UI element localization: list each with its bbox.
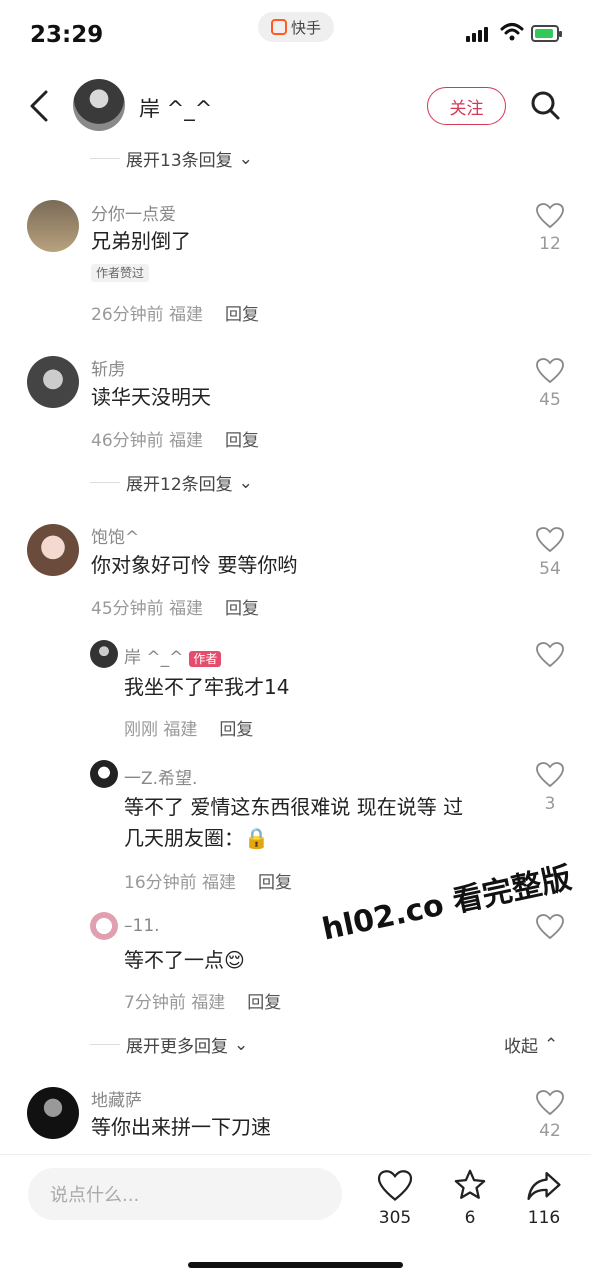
- wifi-icon: [500, 23, 524, 41]
- collapse-button[interactable]: 收起 ⌃: [504, 1032, 559, 1058]
- heart-icon[interactable]: [377, 1170, 413, 1202]
- signal-icon: [466, 27, 488, 42]
- avatar[interactable]: [27, 1087, 79, 1139]
- heart-icon[interactable]: [536, 642, 564, 668]
- comment-meta: 45分钟前 福建 回复: [91, 599, 260, 619]
- like-count: 45: [539, 390, 561, 410]
- battery-icon: [531, 25, 562, 42]
- comment-text: 读华天没明天: [91, 385, 211, 409]
- reply-button[interactable]: 回复: [258, 873, 292, 893]
- reply-username[interactable]: 岸 ^_^ 作者: [124, 643, 222, 668]
- avatar[interactable]: [27, 200, 79, 252]
- home-indicator: [188, 1262, 403, 1268]
- avatar[interactable]: [27, 524, 79, 576]
- search-icon[interactable]: [528, 88, 562, 122]
- comment-username[interactable]: 饱饱^: [91, 523, 139, 548]
- heart-icon[interactable]: [536, 914, 564, 940]
- heart-icon[interactable]: [536, 527, 564, 553]
- share-icon[interactable]: [526, 1170, 562, 1202]
- comment-meta: 46分钟前 福建 回复: [91, 431, 260, 451]
- reply-button[interactable]: 回复: [247, 993, 281, 1013]
- chevron-down-icon: ⌄: [238, 148, 253, 169]
- app-badge-label: 快手: [290, 18, 321, 37]
- share-total: 116: [527, 1208, 561, 1228]
- comment-username[interactable]: 地藏萨: [91, 1086, 142, 1111]
- heart-icon[interactable]: [536, 358, 564, 384]
- comment-username[interactable]: 斩虏: [91, 355, 125, 380]
- comment-text: 兄弟别倒了: [91, 229, 191, 253]
- author-name[interactable]: 岸 ^_^: [139, 93, 212, 123]
- collapse-label: 收起: [504, 1037, 538, 1057]
- kuaishou-logo-icon: [270, 19, 287, 35]
- reply-meta: 刚刚 福建 回复: [124, 720, 254, 740]
- author-liked-badge: 作者赞过: [91, 264, 150, 282]
- chevron-up-icon: ⌃: [544, 1034, 559, 1055]
- reply-meta: 16分钟前 福建 回复: [124, 873, 293, 893]
- comment-text: 等你出来拼一下刀速: [91, 1115, 271, 1139]
- like-total: 305: [378, 1208, 412, 1228]
- follow-button[interactable]: 关注: [427, 87, 506, 125]
- expand-replies-button[interactable]: 展开12条回复 ⌄: [90, 470, 253, 495]
- reply-text-line2: 几天朋友圈：🔒: [124, 826, 269, 850]
- expand-more-button[interactable]: 展开更多回复 ⌄: [90, 1032, 248, 1057]
- comment-input[interactable]: 说点什么...: [28, 1168, 342, 1220]
- like-count: 12: [539, 234, 561, 254]
- reply-text-line1: 等不了 爱情这东西很难说 现在说等 过: [124, 795, 464, 819]
- avatar[interactable]: [27, 356, 79, 408]
- avatar[interactable]: [90, 760, 118, 788]
- reply-text: 等不了一点😌: [124, 948, 245, 972]
- chevron-down-icon: ⌄: [234, 1034, 249, 1055]
- expand-label: 展开13条回复: [126, 151, 233, 171]
- reply-text: 我坐不了牢我才14: [124, 675, 290, 699]
- comment-meta: 26分钟前 福建 回复: [91, 305, 260, 325]
- avatar[interactable]: [90, 640, 118, 668]
- star-total: 6: [464, 1208, 476, 1228]
- reply-username[interactable]: –11.: [124, 916, 160, 936]
- heart-icon[interactable]: [536, 203, 564, 229]
- bottom-divider: [0, 1154, 591, 1155]
- avatar[interactable]: [90, 912, 118, 940]
- expand-replies-button[interactable]: 展开13条回复 ⌄: [90, 146, 253, 171]
- app-badge[interactable]: 快手: [258, 12, 334, 42]
- reply-button[interactable]: 回复: [225, 431, 259, 451]
- author-avatar[interactable]: [73, 79, 125, 131]
- reply-meta: 7分钟前 福建 回复: [124, 993, 282, 1013]
- like-count: 3: [544, 794, 556, 814]
- reply-button[interactable]: 回复: [225, 599, 259, 619]
- reply-username[interactable]: 一Z.希望.: [124, 764, 197, 789]
- reply-button[interactable]: 回复: [219, 720, 253, 740]
- comment-username[interactable]: 分你一点爱: [91, 200, 176, 225]
- like-count: 42: [539, 1121, 561, 1141]
- expand-label: 展开更多回复: [126, 1037, 228, 1057]
- reply-button[interactable]: 回复: [225, 305, 259, 325]
- author-tag: 作者: [189, 651, 222, 667]
- chevron-down-icon: ⌄: [238, 472, 253, 493]
- comment-text: 你对象好可怜 要等你哟: [91, 553, 298, 577]
- expand-label: 展开12条回复: [126, 475, 233, 495]
- status-time: 23:29: [30, 22, 104, 48]
- heart-icon[interactable]: [536, 1090, 564, 1116]
- back-arrow-icon[interactable]: [22, 86, 56, 126]
- heart-icon[interactable]: [536, 762, 564, 788]
- like-count: 54: [539, 559, 561, 579]
- star-icon[interactable]: [452, 1168, 488, 1202]
